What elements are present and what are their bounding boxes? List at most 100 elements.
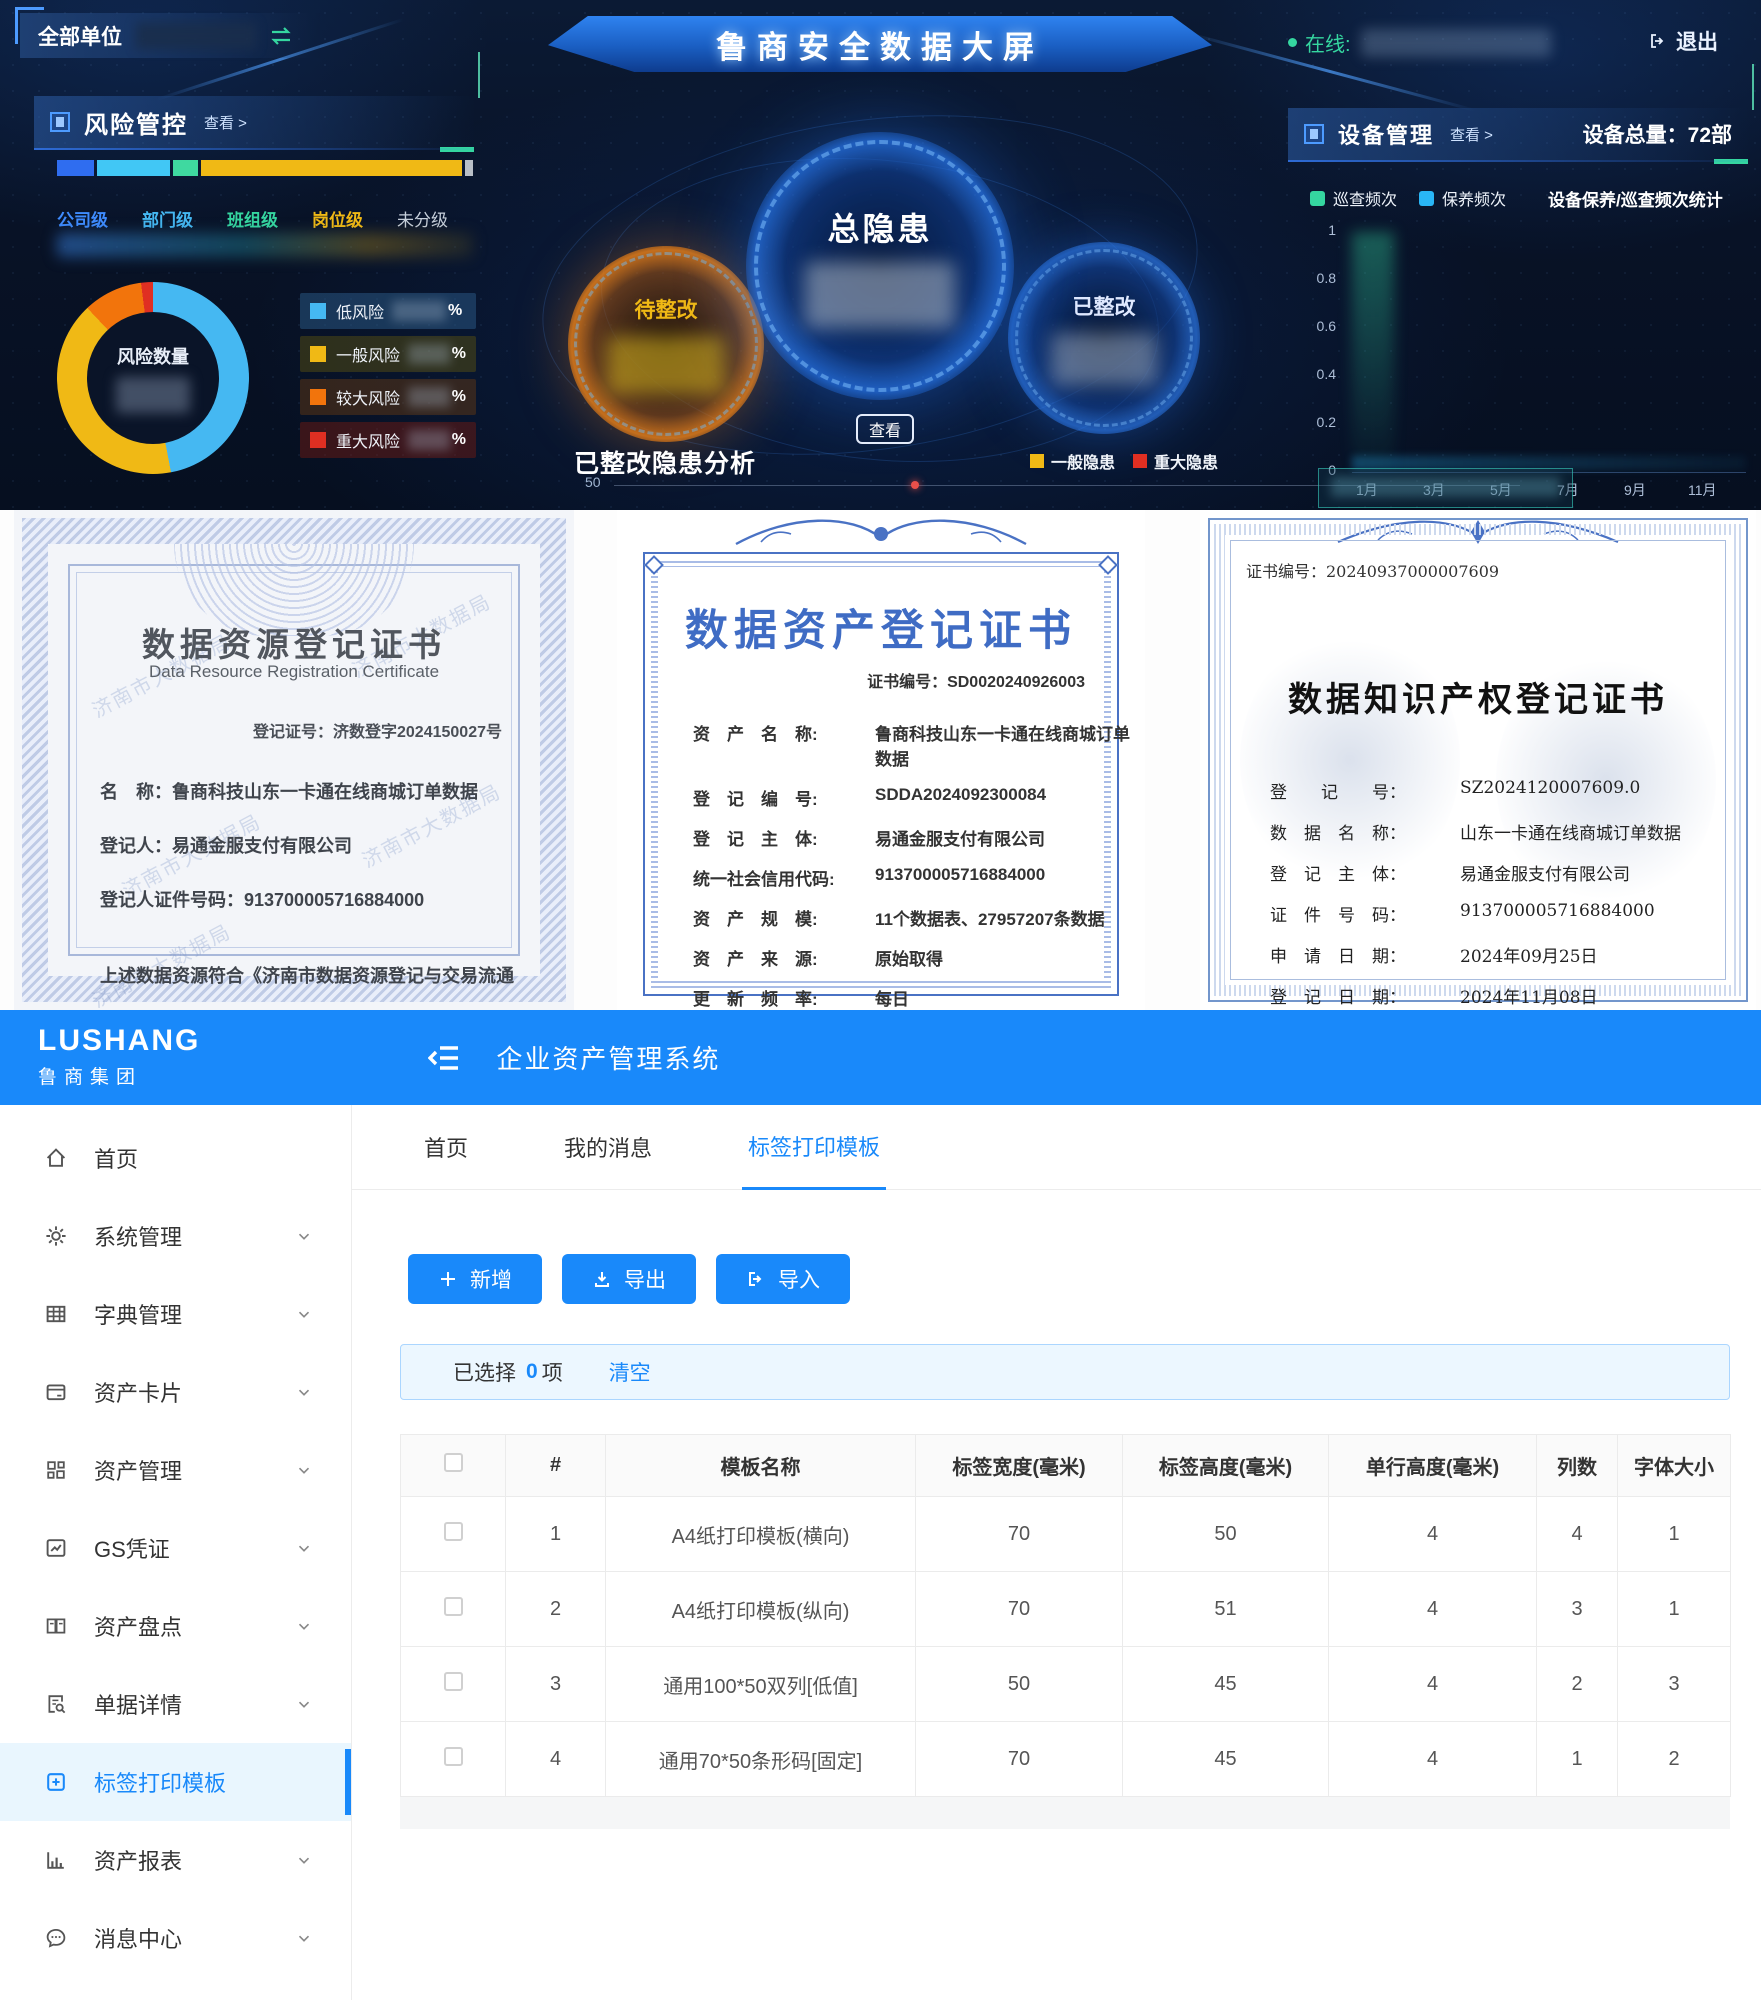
device-legend: 巡查频次 保养频次 xyxy=(1310,186,1506,210)
gear-icon xyxy=(44,1224,68,1248)
chevron-down-icon xyxy=(295,1383,313,1401)
legend-swatch xyxy=(310,346,326,362)
tab-my-messages[interactable]: 我的消息 xyxy=(558,1105,658,1190)
y-tick: 1 xyxy=(1306,222,1336,238)
unit-selector[interactable]: 全部单位 xyxy=(20,13,320,58)
certificate-field: 登记人证件号码：913700005716884000 xyxy=(100,886,478,912)
tab-unclassified[interactable]: 未分级 xyxy=(397,206,448,231)
bar-chart-icon xyxy=(44,1848,68,1872)
tab-label-print-template[interactable]: 标签打印模板 xyxy=(742,1105,886,1190)
open-book-icon xyxy=(44,1614,68,1638)
sidebar-item-system[interactable]: 系统管理 xyxy=(0,1197,351,1275)
online-status: 在线: xyxy=(1288,28,1551,57)
table-grid-icon xyxy=(44,1302,68,1326)
chevron-down-icon xyxy=(295,1929,313,1947)
row-checkbox[interactable] xyxy=(444,1522,463,1541)
lushang-logo: LUSHANG 鲁商集团 xyxy=(38,1026,200,1089)
certificate-field: 数 据 名 称：山东一卡通在线商城订单数据 xyxy=(1270,819,1681,844)
system-title: 企业资产管理系统 xyxy=(496,1039,720,1076)
sidebar-item-home[interactable]: 首页 xyxy=(0,1119,351,1197)
certificate-title: 数据知识产权登记证书 xyxy=(1200,672,1756,721)
table-footer-strip xyxy=(400,1797,1730,1829)
risk-level-stackbar xyxy=(57,160,473,176)
swap-icon[interactable] xyxy=(268,25,294,47)
collapse-menu-icon[interactable] xyxy=(428,1043,462,1073)
table-row[interactable]: 1 A4纸打印模板(横向) 70 50 4 4 1 xyxy=(401,1497,1731,1572)
app-header: LUSHANG 鲁商集团 企业资产管理系统 xyxy=(0,1010,1761,1105)
tab-home[interactable]: 首页 xyxy=(418,1105,474,1190)
center-view-button[interactable]: 查看 xyxy=(856,414,914,444)
legend-swatch xyxy=(1030,454,1044,468)
plus-square-icon xyxy=(44,1770,68,1794)
chevron-down-icon xyxy=(295,1305,313,1323)
col-template-name: 模板名称 xyxy=(606,1435,916,1497)
tab-company-level[interactable]: 公司级 xyxy=(57,206,108,231)
certificate-field: 登 记 主 体:易通金服支付有限公司 xyxy=(693,825,1145,850)
device-panel-view-link[interactable]: 查看 > xyxy=(1450,124,1493,145)
certificate-field: 登 记 号：SZ2024120007609.0 xyxy=(1270,778,1681,803)
export-button[interactable]: 导出 xyxy=(562,1254,696,1304)
resolved-circle: 已整改 xyxy=(1008,242,1200,434)
legend-swatch xyxy=(310,432,326,448)
col-font-size: 字体大小 xyxy=(1618,1435,1731,1497)
sidebar-item-asset-inventory[interactable]: 资产盘点 xyxy=(0,1587,351,1665)
risk-panel-title: 风险管控 xyxy=(84,105,188,140)
stackbar-segment xyxy=(57,160,94,176)
col-label-width: 标签宽度(毫米) xyxy=(916,1435,1123,1497)
sidebar-item-dictionary[interactable]: 字典管理 xyxy=(0,1275,351,1353)
legend-value-blur xyxy=(392,301,446,321)
certificate-footer: 上述数据资源符合《济南市数据资源登记与交易流通 xyxy=(100,962,514,988)
analysis-data-point xyxy=(911,481,919,489)
legend-swatch xyxy=(1133,454,1147,468)
legend-item-major-risk: 较大风险 % xyxy=(300,379,476,415)
select-all-checkbox[interactable] xyxy=(444,1453,463,1472)
certificate-subtitle: Data Resource Registration Certificate xyxy=(14,662,574,682)
clear-selection-link[interactable]: 清空 xyxy=(609,1357,651,1387)
stackbar-segment xyxy=(173,160,197,176)
sidebar-item-asset-management[interactable]: 资产管理 xyxy=(0,1431,351,1509)
col-label-height: 标签高度(毫米) xyxy=(1123,1435,1329,1497)
legend-item-general-risk: 一般风险 % xyxy=(300,336,476,372)
row-checkbox[interactable] xyxy=(444,1672,463,1691)
analysis-legend: 一般隐患 重大隐患 xyxy=(1030,449,1218,473)
legend-item-severe-risk: 重大风险 % xyxy=(300,422,476,458)
tab-department-level[interactable]: 部门级 xyxy=(142,206,193,231)
col-index: # xyxy=(506,1435,606,1497)
sidebar-item-document-detail[interactable]: 单据详情 xyxy=(0,1665,351,1743)
unit-selector-label: 全部单位 xyxy=(38,21,122,51)
y-tick: 0.2 xyxy=(1306,414,1336,430)
sidebar-item-gs-voucher[interactable]: GS凭证 xyxy=(0,1509,351,1587)
sidebar-item-asset-card[interactable]: 资产卡片 xyxy=(0,1353,351,1431)
y-tick: 0.4 xyxy=(1306,366,1336,382)
risk-panel-view-link[interactable]: 查看 > xyxy=(204,112,247,133)
import-button[interactable]: 导入 xyxy=(716,1254,850,1304)
tab-team-level[interactable]: 班组级 xyxy=(227,206,278,231)
pending-circle: 待整改 xyxy=(568,246,764,442)
row-checkbox[interactable] xyxy=(444,1597,463,1616)
sidebar-item-message-center[interactable]: 消息中心 xyxy=(0,1899,351,1977)
pending-value-blur xyxy=(607,336,725,394)
selected-count: 0 xyxy=(526,1360,538,1384)
legend-swatch xyxy=(1310,191,1325,206)
table-row[interactable]: 4 通用70*50条形码[固定] 70 45 4 1 2 xyxy=(401,1722,1731,1797)
certificate-field: 资 产 名 称:鲁商科技山东一卡通在线商城订单数据 xyxy=(693,720,1145,770)
sidebar-item-asset-report[interactable]: 资产报表 xyxy=(0,1821,351,1899)
table-row[interactable]: 3 通用100*50双列[低值] 50 45 4 2 3 xyxy=(401,1647,1731,1722)
table-row[interactable]: 2 A4纸打印模板(纵向) 70 51 4 3 1 xyxy=(401,1572,1731,1647)
selection-bar: 已选择 0 项 清空 xyxy=(400,1344,1730,1400)
tab-post-level[interactable]: 岗位级 xyxy=(312,206,363,231)
sidebar-item-label-print-template[interactable]: 标签打印模板 xyxy=(0,1743,351,1821)
legend-value-blur xyxy=(408,344,450,364)
table-header-row: # 模板名称 标签宽度(毫米) 标签高度(毫米) 单行高度(毫米) 列数 字体大… xyxy=(401,1435,1731,1497)
stackbar-segment xyxy=(465,160,473,176)
pending-label: 待整改 xyxy=(635,294,698,324)
partial-panel-blur xyxy=(1331,477,1560,497)
device-chart-title: 设备保养/巡查频次统计 xyxy=(1548,186,1723,211)
dashboard-title: 鲁商安全数据大屏 xyxy=(548,16,1212,72)
col-row-height: 单行高度(毫米) xyxy=(1329,1435,1537,1497)
add-button[interactable]: 新增 xyxy=(408,1254,542,1304)
row-checkbox[interactable] xyxy=(444,1747,463,1766)
logout-button[interactable]: 退出 xyxy=(1648,26,1718,56)
home-icon xyxy=(44,1146,68,1170)
chevron-down-icon xyxy=(295,1539,313,1557)
